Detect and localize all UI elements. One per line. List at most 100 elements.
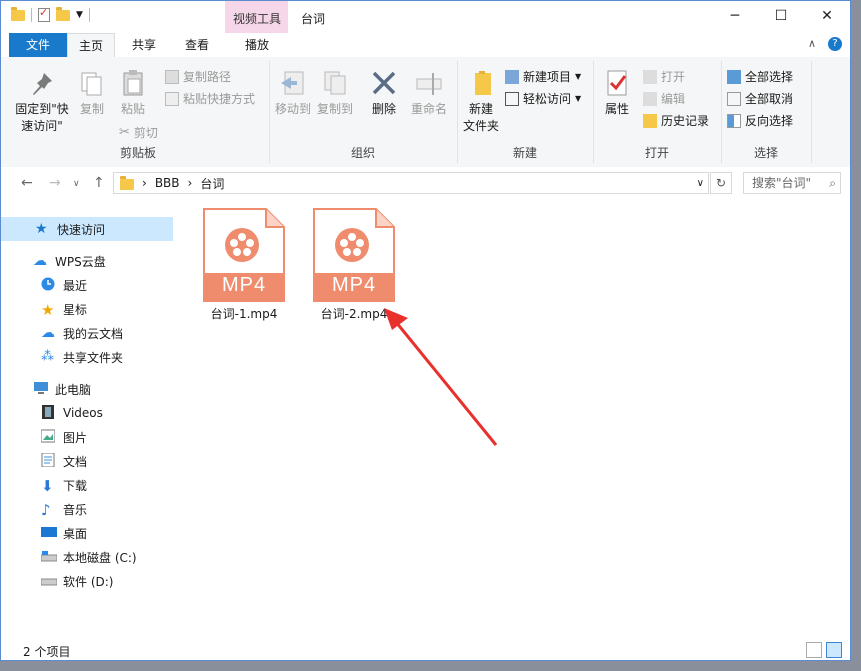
- copy-path-button[interactable]: 复制路径: [165, 67, 231, 87]
- paste-button[interactable]: 粘贴: [115, 67, 151, 118]
- copy-icon: [76, 67, 108, 99]
- nav-shared-folder[interactable]: ⁂ 共享文件夹: [1, 345, 173, 369]
- nav-label: WPS云盘: [55, 254, 106, 269]
- history-icon: [643, 114, 657, 128]
- clipboard-group: 固定到"快 速访问" 复制 粘贴 复制路径 粘贴快捷方式 ✂ 剪切 剪贴板: [7, 61, 270, 163]
- nav-quick-access[interactable]: ★ 快速访问: [1, 217, 173, 241]
- rename-button[interactable]: 重命名: [409, 67, 449, 118]
- invert-selection-button[interactable]: 反向选择: [727, 111, 793, 131]
- file-item[interactable]: MP4 台词-1.mp4: [189, 207, 299, 322]
- large-icons-view-icon[interactable]: [826, 642, 842, 658]
- tab-share[interactable]: 共享: [121, 33, 167, 57]
- tab-play[interactable]: 播放: [229, 33, 285, 57]
- back-arrow-icon[interactable]: ←: [21, 175, 33, 191]
- invert-selection-label: 反向选择: [745, 114, 794, 128]
- nav-label: 星标: [63, 302, 88, 317]
- up-arrow-icon[interactable]: ↑: [93, 175, 105, 191]
- mp4-file-icon: MP4: [312, 207, 396, 303]
- easy-access-label: 轻松访问: [523, 92, 572, 106]
- mp4-badge: MP4: [331, 274, 377, 296]
- easy-access-button[interactable]: 轻松访问 ▼: [505, 89, 581, 109]
- new-folder-icon[interactable]: [56, 6, 70, 21]
- nav-recent[interactable]: 最近: [1, 273, 173, 297]
- tab-file[interactable]: 文件: [9, 33, 67, 57]
- help-icon[interactable]: ?: [828, 37, 842, 51]
- chevron-down-icon: ▼: [575, 94, 582, 103]
- nav-starred[interactable]: ★ 星标: [1, 297, 173, 321]
- edit-button[interactable]: 编辑: [643, 89, 685, 109]
- nav-label: 最近: [63, 278, 88, 293]
- tab-view[interactable]: 查看: [173, 33, 221, 57]
- drive-icon: [40, 573, 58, 589]
- nav-wps-cloud[interactable]: ☁ WPS云盘: [1, 249, 173, 273]
- nav-music[interactable]: ♪ 音乐: [1, 497, 173, 521]
- minimize-button[interactable]: ─: [712, 1, 758, 31]
- computer-icon: [33, 381, 49, 397]
- copy-to-button[interactable]: 复制到: [315, 67, 355, 118]
- move-to-button[interactable]: 移动到: [273, 67, 313, 118]
- nav-local-disk-c[interactable]: 本地磁盘 (C:): [1, 545, 173, 569]
- nav-pictures[interactable]: 图片: [1, 425, 173, 449]
- nav-videos[interactable]: Videos: [1, 401, 173, 425]
- history-button[interactable]: 历史记录: [643, 111, 709, 131]
- share-nodes-icon: ⁂: [41, 349, 54, 364]
- organize-group: 移动到 复制到 删除 重命名 组织: [269, 61, 458, 163]
- pin-icon: [26, 67, 58, 99]
- copy-button[interactable]: 复制: [75, 67, 109, 118]
- easy-access-icon: [505, 92, 519, 106]
- nav-my-cloud-docs[interactable]: ☁ 我的云文档: [1, 321, 173, 345]
- breadcrumb-bbb[interactable]: BBB: [155, 176, 180, 190]
- file-item[interactable]: MP4 台词-2.mp4: [299, 207, 409, 322]
- nav-label: 本地磁盘 (C:): [63, 550, 137, 565]
- rename-icon: [413, 67, 445, 99]
- nav-software-d[interactable]: 软件 (D:): [1, 569, 173, 593]
- picture-icon: [40, 429, 57, 445]
- pin-quick-access-button[interactable]: 固定到"快 速访问": [11, 67, 73, 135]
- address-navigation-bar: ← → ∨ ↑ › BBB › 台词 ∨ ↻ 搜索"台词" ⌕: [1, 167, 850, 199]
- nav-label: 桌面: [63, 526, 88, 541]
- new-item-button[interactable]: 新建项目 ▼: [505, 67, 581, 87]
- tab-home[interactable]: 主页: [67, 33, 115, 58]
- maximize-button[interactable]: ☐: [758, 1, 804, 31]
- select-all-button[interactable]: 全部选择: [727, 67, 793, 87]
- chevron-down-icon[interactable]: ▼: [76, 10, 83, 20]
- chevron-up-icon[interactable]: ∧: [808, 37, 816, 51]
- video-tools-context-tab: 视频工具: [225, 1, 288, 33]
- open-group: 属性 打开 编辑 历史记录 打开: [593, 61, 722, 163]
- clock-icon: [41, 277, 57, 293]
- forward-arrow-icon[interactable]: →: [49, 175, 61, 191]
- new-group: 新建 文件夹 新建项目 ▼ 轻松访问 ▼ 新建: [457, 61, 594, 163]
- copy-path-label: 复制路径: [183, 70, 232, 84]
- ribbon-tabs: 文件 主页 共享 查看 播放: [1, 33, 850, 58]
- address-dropdown-icon[interactable]: ∨: [697, 178, 704, 189]
- select-none-icon: [727, 92, 741, 106]
- recent-locations-chevron-icon[interactable]: ∨: [73, 179, 80, 189]
- delete-button[interactable]: 删除: [367, 67, 401, 118]
- breadcrumb-current[interactable]: 台词: [200, 175, 224, 192]
- nav-desktop[interactable]: 桌面: [1, 521, 173, 545]
- paste-shortcut-button[interactable]: 粘贴快捷方式: [165, 89, 255, 109]
- edit-label: 编辑: [661, 92, 686, 106]
- edit-icon: [643, 92, 657, 106]
- navigation-pane: ★ 快速访问 ☁ WPS云盘 最近 ★ 星标 ☁ 我的云文档 ⁂ 共享文件夹 此电脑 Vi…: [1, 199, 173, 639]
- select-none-button[interactable]: 全部取消: [727, 89, 793, 109]
- open-button[interactable]: 打开: [643, 67, 685, 87]
- nav-this-pc[interactable]: 此电脑: [1, 377, 173, 401]
- view-toggle: [806, 642, 842, 658]
- window-controls: ─ ☐ ✕: [712, 1, 850, 31]
- properties-check-icon[interactable]: [38, 6, 50, 22]
- new-folder-button[interactable]: 新建 文件夹: [461, 67, 501, 135]
- refresh-icon[interactable]: ↻: [710, 172, 732, 194]
- nav-downloads[interactable]: ⬇ 下载: [1, 473, 173, 497]
- properties-button[interactable]: 属性: [599, 67, 635, 118]
- close-button[interactable]: ✕: [804, 1, 850, 31]
- select-all-label: 全部选择: [745, 70, 794, 84]
- organize-group-label: 组织: [350, 146, 375, 160]
- cut-button[interactable]: ✂ 剪切: [119, 123, 158, 143]
- nav-documents[interactable]: 文档: [1, 449, 173, 473]
- path-icon: [165, 70, 179, 84]
- address-bar[interactable]: › BBB › 台词 ∨: [113, 172, 709, 194]
- search-input[interactable]: 搜索"台词" ⌕: [743, 172, 841, 194]
- mp4-file-icon: MP4: [202, 207, 286, 303]
- details-view-icon[interactable]: [806, 642, 822, 658]
